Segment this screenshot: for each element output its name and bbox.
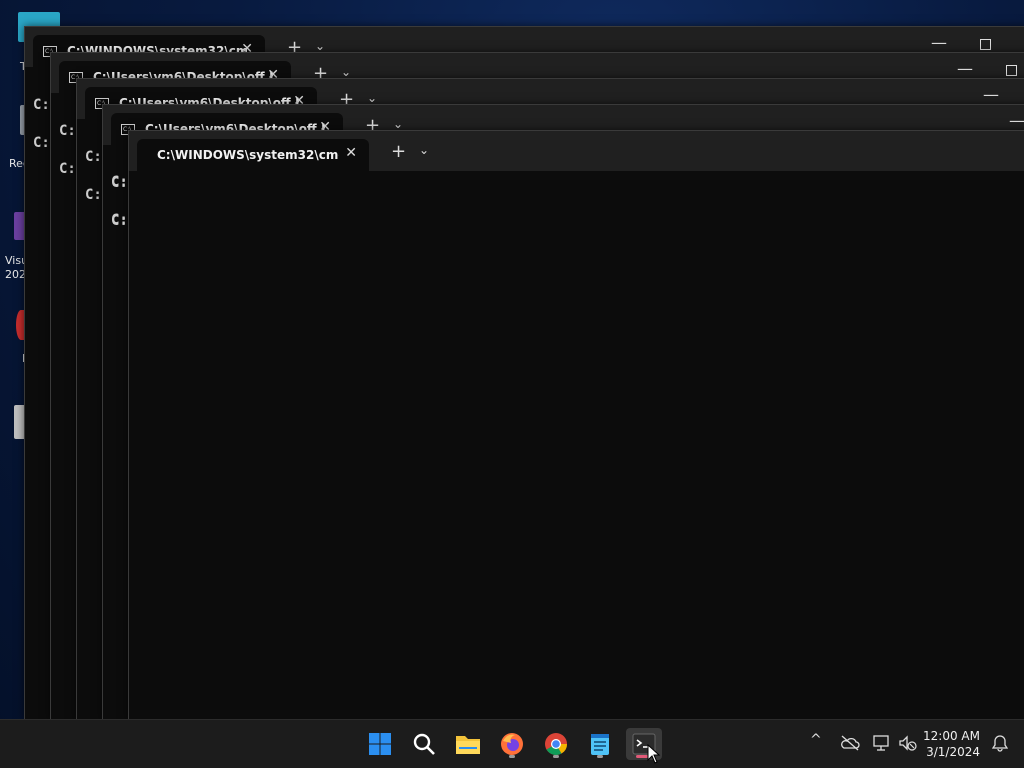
show-hidden-icons-chevron-icon[interactable]: ^	[810, 732, 822, 748]
prompt-line: C:	[111, 212, 128, 228]
minimize-button[interactable]: —	[931, 33, 947, 52]
window-titlebar[interactable]: C:\WINDOWS\system32\cmd.exe ✕ + ⌄	[129, 131, 1024, 171]
prompt-line: C:	[111, 174, 128, 190]
prompt-line: C:	[33, 135, 50, 151]
search-button[interactable]	[408, 728, 440, 760]
tab-dropdown-icon[interactable]: ⌄	[341, 65, 351, 79]
onedrive-offline-icon[interactable]	[840, 734, 860, 752]
prompt-line: C:	[59, 161, 76, 177]
running-indicator	[597, 755, 603, 758]
firefox-icon	[501, 733, 523, 755]
firefox-button[interactable]	[496, 728, 528, 760]
maximize-button[interactable]	[980, 39, 991, 50]
prompt-line: C:	[33, 97, 50, 113]
running-indicator	[553, 755, 559, 758]
tab-dropdown-icon[interactable]: ⌄	[393, 117, 403, 131]
tab-dropdown-icon[interactable]: ⌄	[419, 143, 429, 157]
tab-dropdown-icon[interactable]: ⌄	[367, 91, 377, 105]
file-explorer-button[interactable]	[452, 728, 484, 760]
tab-title: C:\WINDOWS\system32\cmd.exe	[157, 148, 339, 162]
clock-date: 3/1/2024	[926, 745, 980, 759]
minimize-button[interactable]: —	[957, 59, 973, 78]
start-button[interactable]	[364, 728, 396, 760]
tab-close-icon[interactable]: ✕	[345, 145, 357, 161]
notepad-icon	[591, 734, 609, 755]
tab-dropdown-icon[interactable]: ⌄	[315, 39, 325, 53]
prompt-line: C:	[85, 187, 102, 203]
minimize-button[interactable]: —	[983, 85, 999, 104]
system-clock[interactable]: 12:00 AM 3/1/2024	[923, 728, 980, 760]
mouse-cursor-icon	[647, 744, 661, 764]
minimize-button[interactable]: —	[1009, 111, 1024, 130]
notification-bell-icon[interactable]	[992, 734, 1008, 752]
volume-muted-icon[interactable]	[898, 734, 918, 752]
start-icon	[369, 733, 391, 755]
network-icon[interactable]	[872, 734, 892, 752]
taskbar: ^ 12:00 AM 3/1/2024	[0, 719, 1024, 768]
notepad-button[interactable]	[584, 728, 616, 760]
file-explorer-icon	[456, 736, 480, 754]
prompt-line: C:	[59, 123, 76, 139]
terminal-window-5[interactable]: C:\WINDOWS\system32\cmd.exe ✕ + ⌄	[128, 130, 1024, 720]
clock-time: 12:00 AM	[923, 729, 980, 743]
new-tab-button[interactable]: +	[391, 141, 406, 162]
search-icon	[413, 733, 435, 755]
running-indicator	[509, 755, 515, 758]
prompt-line: C:	[85, 149, 102, 165]
chrome-icon	[545, 733, 567, 755]
chrome-button[interactable]	[540, 728, 572, 760]
maximize-button[interactable]	[1006, 65, 1017, 76]
terminal-tab-active[interactable]: C:\WINDOWS\system32\cmd.exe ✕	[137, 139, 369, 171]
